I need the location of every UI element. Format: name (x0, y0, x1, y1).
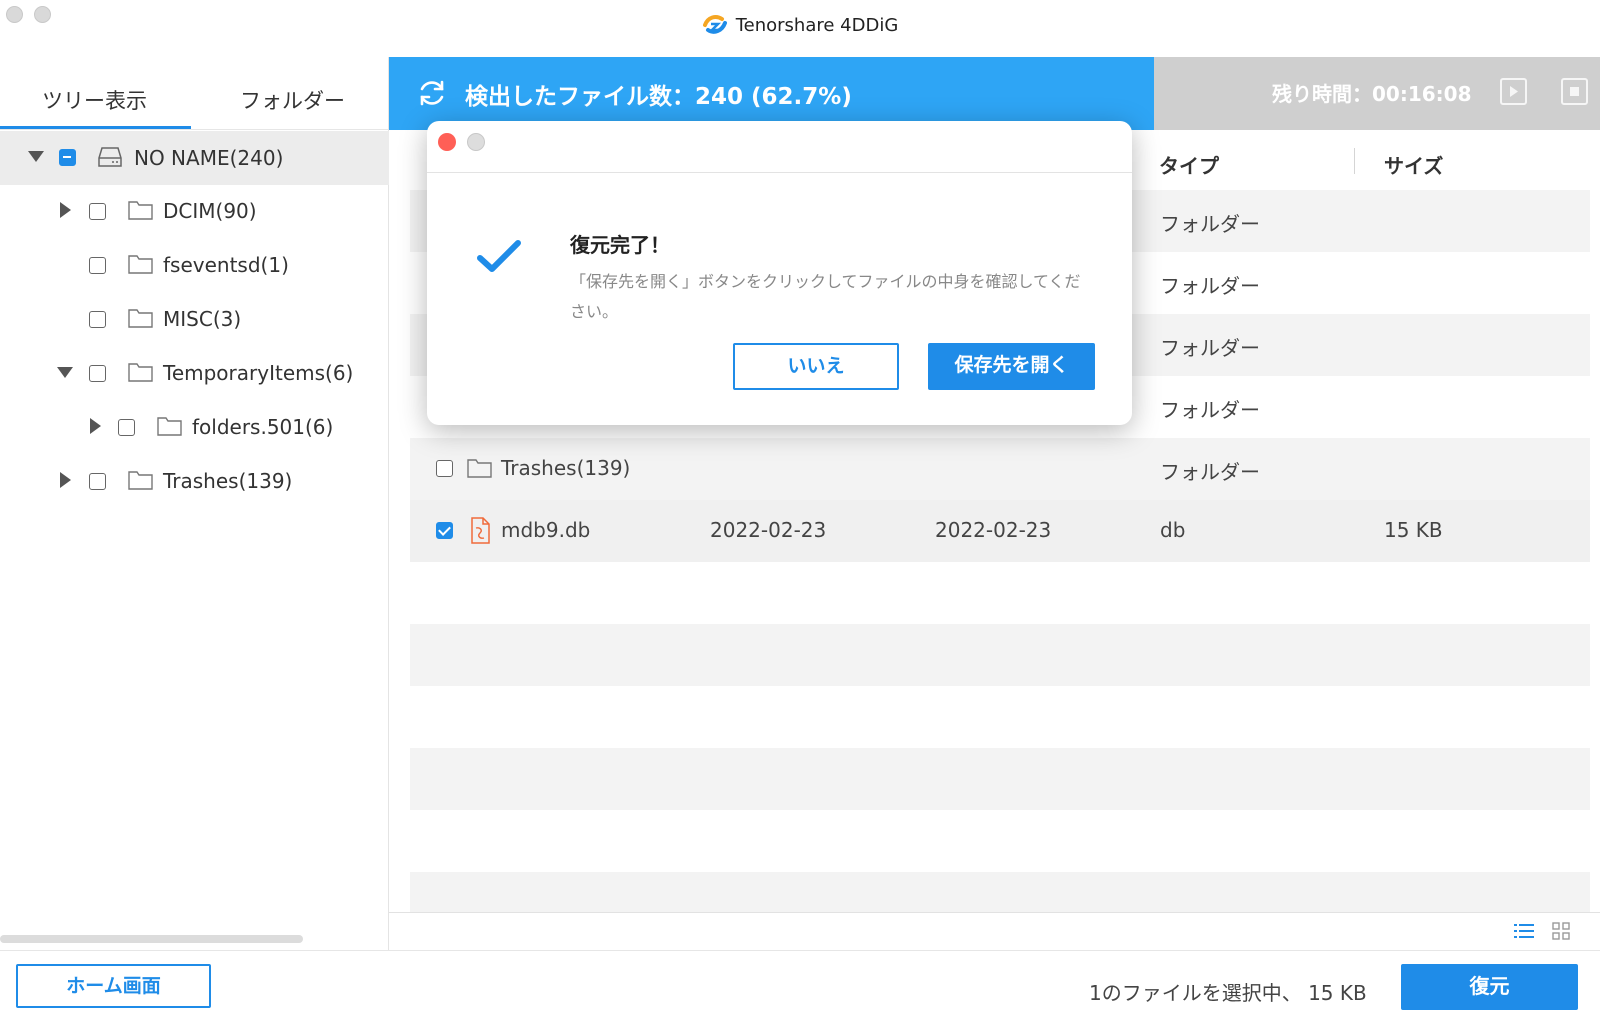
tree-item-label: folders.501(6) (192, 415, 334, 439)
tree-item-dcim[interactable]: DCIM(90) (0, 185, 389, 239)
tree-checkbox[interactable] (89, 365, 106, 382)
app-title: Tenorshare 4DDiG (0, 12, 1600, 36)
empty-row (410, 810, 1590, 872)
cell-type: フォルダー (1160, 460, 1260, 484)
scan-status-text: 検出したファイル数：240 (62.7%) (465, 84, 852, 110)
row-checkbox[interactable] (436, 522, 453, 539)
tree-item-temporaryitems[interactable]: TemporaryItems(6) (0, 347, 389, 401)
tree-checkbox[interactable] (89, 257, 106, 274)
collapse-caret-icon[interactable] (28, 151, 44, 162)
expand-caret-icon[interactable] (60, 472, 71, 488)
tree-item-no-name[interactable]: NO NAME(240) (0, 131, 389, 185)
table-row[interactable]: mdb9.db 2022-02-23 2022-02-23 db 15 KB (410, 500, 1590, 562)
play-button[interactable] (1500, 78, 1527, 105)
folder-icon (128, 309, 153, 328)
dialog-title-bar (427, 121, 1132, 173)
column-header-type[interactable]: タイプ (1159, 150, 1219, 179)
empty-row (410, 562, 1590, 624)
folder-icon (128, 255, 153, 274)
dialog-title: 復元完了！ (570, 233, 670, 257)
stop-button[interactable] (1561, 78, 1588, 105)
cell-type: フォルダー (1160, 398, 1260, 422)
tree-item-label: fseventsd(1) (163, 253, 289, 277)
app-title-text: Tenorshare 4DDiG (735, 15, 899, 36)
sidebar: ツリー表示 フォルダー NO NAME(240) DCIM(90) fseven… (0, 57, 389, 950)
cell-type: フォルダー (1160, 336, 1260, 360)
folder-icon (128, 201, 153, 220)
tree-item-label: TemporaryItems(6) (163, 361, 354, 385)
selection-status: 1のファイルを選択中、 15 KB (1089, 981, 1367, 1005)
column-divider[interactable] (1354, 148, 1355, 174)
tree-item-label: Trashes(139) (163, 469, 293, 493)
checkmark-icon (477, 240, 521, 272)
refresh-icon (420, 80, 444, 106)
cell-name: mdb9.db (501, 518, 591, 542)
cell-type: フォルダー (1160, 274, 1260, 298)
cell-created-date: 2022-02-23 (710, 518, 827, 542)
column-header-size[interactable]: サイズ (1384, 150, 1443, 179)
recovery-complete-dialog: 復元完了！ 「保存先を開く」ボタンをクリックしてファイルの中身を確認してください… (427, 121, 1132, 425)
drive-icon (98, 147, 122, 167)
tree-item-folders-501[interactable]: folders.501(6) (0, 401, 389, 455)
row-checkbox[interactable] (436, 460, 453, 477)
footer: ホーム画面 1のファイルを選択中、 15 KB 復元 (0, 950, 1600, 1016)
collapse-caret-icon[interactable] (57, 367, 73, 378)
tree-checkbox[interactable] (89, 473, 106, 490)
tree-checkbox[interactable] (118, 419, 135, 436)
open-destination-button[interactable]: 保存先を開く (928, 343, 1095, 390)
file-icon (471, 517, 490, 544)
cell-type: db (1160, 518, 1186, 542)
sidebar-tabs: ツリー表示 フォルダー (0, 57, 389, 130)
sidebar-scrollbar[interactable] (0, 935, 303, 943)
stop-icon (1570, 87, 1579, 96)
folder-icon (128, 471, 153, 490)
tab-tree-view[interactable]: ツリー表示 (42, 85, 147, 115)
tab-folder[interactable]: フォルダー (240, 85, 345, 115)
tree-checkbox[interactable] (89, 203, 106, 220)
tree-item-misc[interactable]: MISC(3) (0, 293, 389, 347)
no-button[interactable]: いいえ (733, 343, 899, 390)
empty-row (410, 624, 1590, 686)
list-view-icon[interactable] (1514, 922, 1534, 940)
table-row[interactable]: Trashes(139) フォルダー (410, 438, 1590, 500)
expand-caret-icon[interactable] (60, 202, 71, 218)
divider (389, 912, 1600, 913)
cell-modified-date: 2022-02-23 (935, 518, 1052, 542)
empty-row (410, 748, 1590, 810)
scan-progress-bar: 検出したファイル数：240 (62.7%) (389, 57, 1154, 130)
dialog-minimize-button[interactable] (467, 133, 485, 151)
empty-row (410, 872, 1590, 912)
play-icon (1510, 86, 1518, 97)
time-remaining-text: 残り時間：00:16:08 (1272, 82, 1472, 106)
tree-checkbox[interactable] (59, 149, 76, 166)
cell-size: 15 KB (1384, 518, 1443, 542)
cell-name: Trashes(139) (501, 456, 631, 480)
folder-icon (467, 459, 492, 478)
time-remaining-bar: 残り時間：00:16:08 (1154, 57, 1600, 130)
dialog-message: 「保存先を開く」ボタンをクリックしてファイルの中身を確認してください。 (570, 272, 1081, 321)
tree-item-label: NO NAME(240) (134, 146, 284, 170)
dialog-close-button[interactable] (438, 133, 456, 151)
restore-button[interactable]: 復元 (1401, 964, 1578, 1010)
tree-item-fseventsd[interactable]: fseventsd(1) (0, 239, 389, 293)
tree-item-label: DCIM(90) (163, 199, 257, 223)
app-logo-icon (702, 15, 727, 34)
title-bar: Tenorshare 4DDiG (0, 0, 1600, 57)
tree-item-trashes[interactable]: Trashes(139) (0, 455, 389, 509)
expand-caret-icon[interactable] (90, 418, 101, 434)
cell-type: フォルダー (1160, 212, 1260, 236)
folder-icon (128, 363, 153, 382)
home-button[interactable]: ホーム画面 (16, 964, 211, 1008)
active-tab-indicator (0, 126, 191, 129)
grid-view-icon[interactable] (1552, 922, 1570, 940)
folder-icon (157, 417, 182, 436)
tree-item-label: MISC(3) (163, 307, 242, 331)
empty-row (410, 686, 1590, 748)
tree-checkbox[interactable] (89, 311, 106, 328)
